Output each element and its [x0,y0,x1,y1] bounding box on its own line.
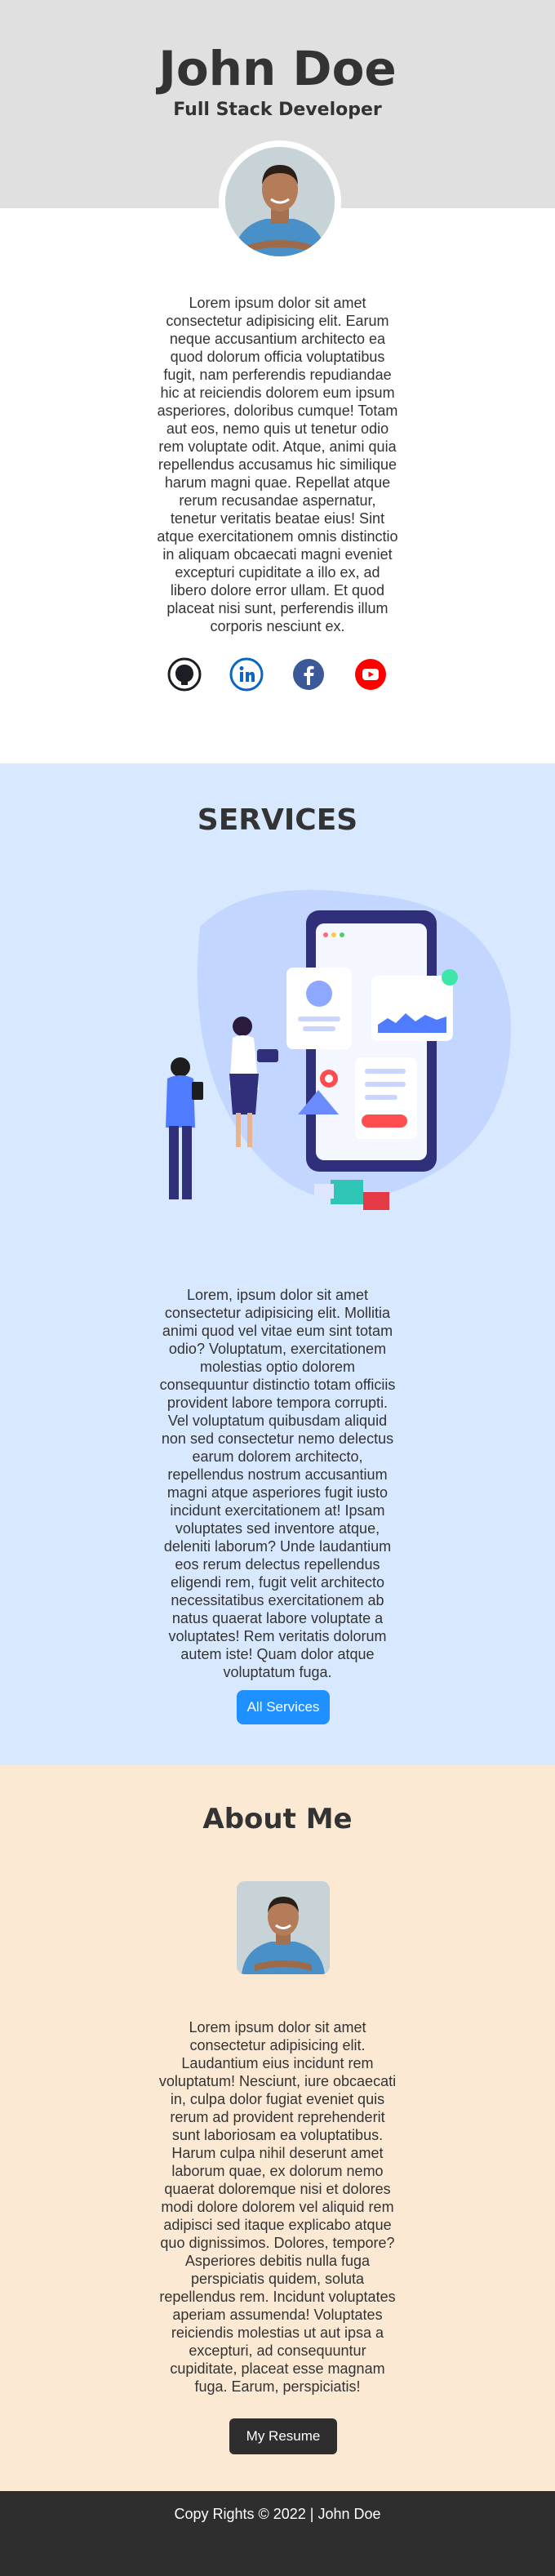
about-text: Lorem ipsum dolor sit amet consectetur a… [158,2019,397,2395]
youtube-icon[interactable] [353,657,388,692]
subtitle-role: Full Stack Developer [173,100,382,120]
copyright-text: Copy Rights © 2022 | John Doe [174,2506,381,2522]
bio-text: Lorem ipsum dolor sit amet consectetur a… [157,295,398,634]
footer: Copy Rights © 2022 | John Doe [0,2491,555,2576]
hero-header: John Doe Full Stack Developer [0,0,555,263]
intro-section: Lorem ipsum dolor sit amet consectetur a… [0,208,555,763]
github-icon[interactable] [167,657,202,692]
page-title: John Doe [158,41,397,96]
about-heading: About Me [202,1803,353,1835]
resume-button[interactable]: My Resume [229,2418,337,2454]
linkedin-icon[interactable] [229,657,264,692]
services-heading: SERVICES [197,803,358,837]
about-section: About Me Lorem ipsum dolor sit amet cons… [0,1765,555,2491]
services-illustration [151,878,518,1237]
social-links [0,657,555,692]
services-text: Lorem, ipsum dolor sit amet consectetur … [159,1287,396,1680]
all-services-button[interactable]: All Services [237,1690,330,1724]
facebook-icon[interactable] [291,657,326,692]
about-photo [237,1881,330,1974]
services-section: SERVICES Lorem, ipsum dolor sit amet con… [0,763,555,1765]
